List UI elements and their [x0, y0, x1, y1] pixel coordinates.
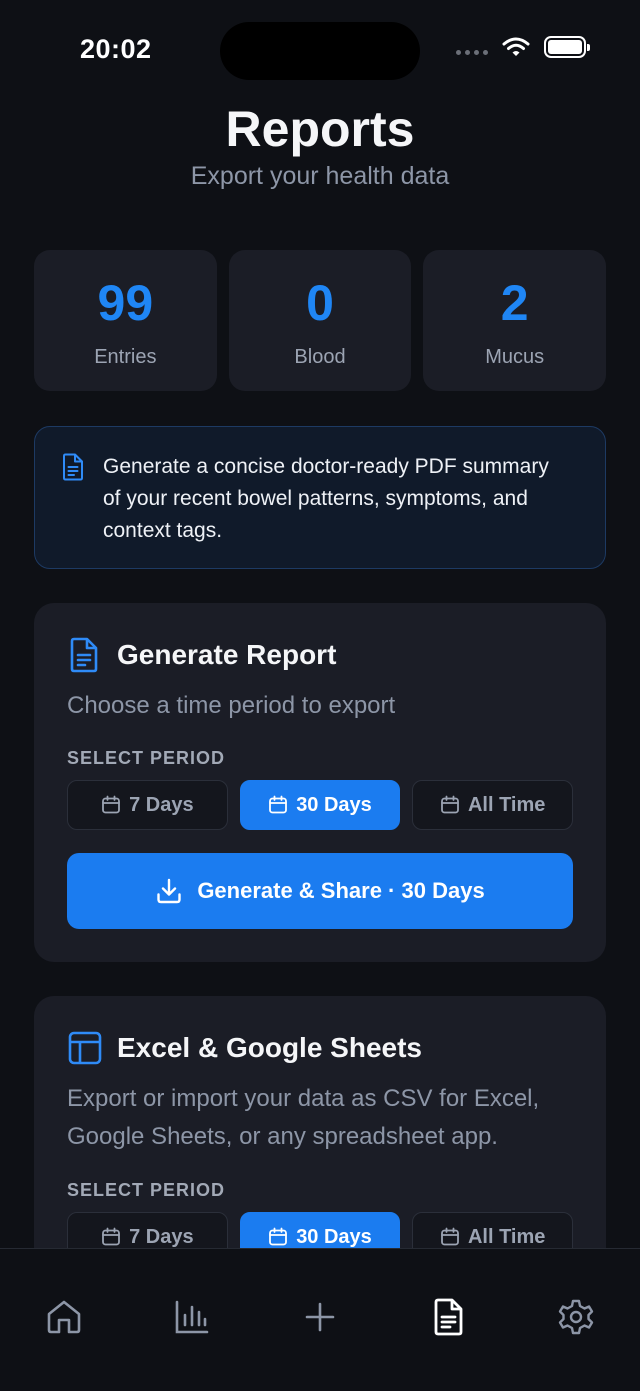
tab-bar: [0, 1248, 640, 1391]
stats-row: 99 Entries 0 Blood 2 Mucus: [34, 250, 607, 391]
table-icon: [68, 1031, 102, 1065]
tab-add-entry[interactable]: [300, 1297, 340, 1337]
stat-card-entries: 99 Entries: [34, 250, 217, 391]
stat-label: Entries: [94, 346, 157, 368]
card-title: Generate Report: [117, 639, 337, 670]
stat-value: 2: [500, 275, 529, 331]
status-time: 20:02: [80, 34, 152, 64]
gear-icon: [558, 1299, 594, 1335]
info-banner: Generate a concise doctor-ready PDF summ…: [34, 426, 606, 569]
card-description: Export or import your data as CSV for Ex…: [67, 1085, 540, 1150]
plus-icon: [305, 1302, 335, 1332]
period-30-days[interactable]: 30 Days: [239, 780, 401, 830]
tab-statistics[interactable]: [172, 1297, 212, 1337]
period-label: 30 Days: [296, 793, 372, 816]
calendar-icon: [102, 1227, 120, 1246]
calendar-icon: [269, 1227, 288, 1246]
calendar-icon: [441, 795, 459, 814]
period-7-days[interactable]: 7 Days: [67, 780, 228, 830]
stat-label: Blood: [294, 346, 346, 368]
stat-card-mucus: 2 Mucus: [423, 250, 607, 391]
period-label: All Time: [467, 793, 546, 816]
section-label: SELECT PERIOD: [67, 1180, 226, 1200]
chart-icon: [175, 1300, 209, 1334]
status-icons: [456, 36, 590, 58]
card-title: Excel & Google Sheets: [117, 1032, 422, 1063]
stat-value: 0: [306, 275, 334, 331]
report-icon: [70, 637, 98, 673]
stat-card-blood: 0 Blood: [228, 250, 412, 391]
info-text: Generate a concise doctor-ready PDF summ…: [103, 455, 549, 542]
signal-icon: [456, 49, 488, 55]
page-title: Reports: [225, 101, 415, 157]
battery-icon: [544, 36, 590, 58]
card-description: Choose a time period to export: [67, 692, 396, 719]
calendar-icon: [441, 1227, 459, 1246]
calendar-icon: [269, 795, 288, 814]
dynamic-island: [220, 22, 420, 80]
period-label: 30 Days: [296, 1225, 372, 1248]
period-label: 7 Days: [129, 793, 194, 816]
stat-label: Mucus: [485, 346, 545, 368]
generate-report-card: Generate Report Choose a time period to …: [34, 603, 606, 962]
tab-reports[interactable]: [428, 1297, 468, 1337]
stat-value: 99: [97, 275, 154, 331]
page-subtitle: Export your health data: [190, 162, 450, 190]
reports-screen: 20:02 Reports Export your health data 99…: [0, 0, 640, 1391]
report-icon: [434, 1298, 463, 1336]
home-icon: [47, 1300, 81, 1334]
period-all-time[interactable]: All Time: [412, 780, 574, 830]
generate-share-label: Generate & Share · 30 Days: [197, 878, 485, 903]
document-icon: [63, 453, 83, 481]
wifi-icon: [502, 37, 530, 56]
period-label: All Time: [467, 1225, 546, 1248]
download-icon: [157, 878, 182, 904]
period-selector: 7 Days 30 Days All Time: [67, 780, 574, 830]
calendar-icon: [102, 795, 120, 814]
section-label: SELECT PERIOD: [67, 748, 226, 768]
period-label: 7 Days: [129, 1225, 194, 1248]
tab-home[interactable]: [44, 1297, 84, 1337]
tab-settings[interactable]: [556, 1297, 596, 1337]
generate-share-button[interactable]: Generate & Share · 30 Days: [67, 853, 573, 929]
